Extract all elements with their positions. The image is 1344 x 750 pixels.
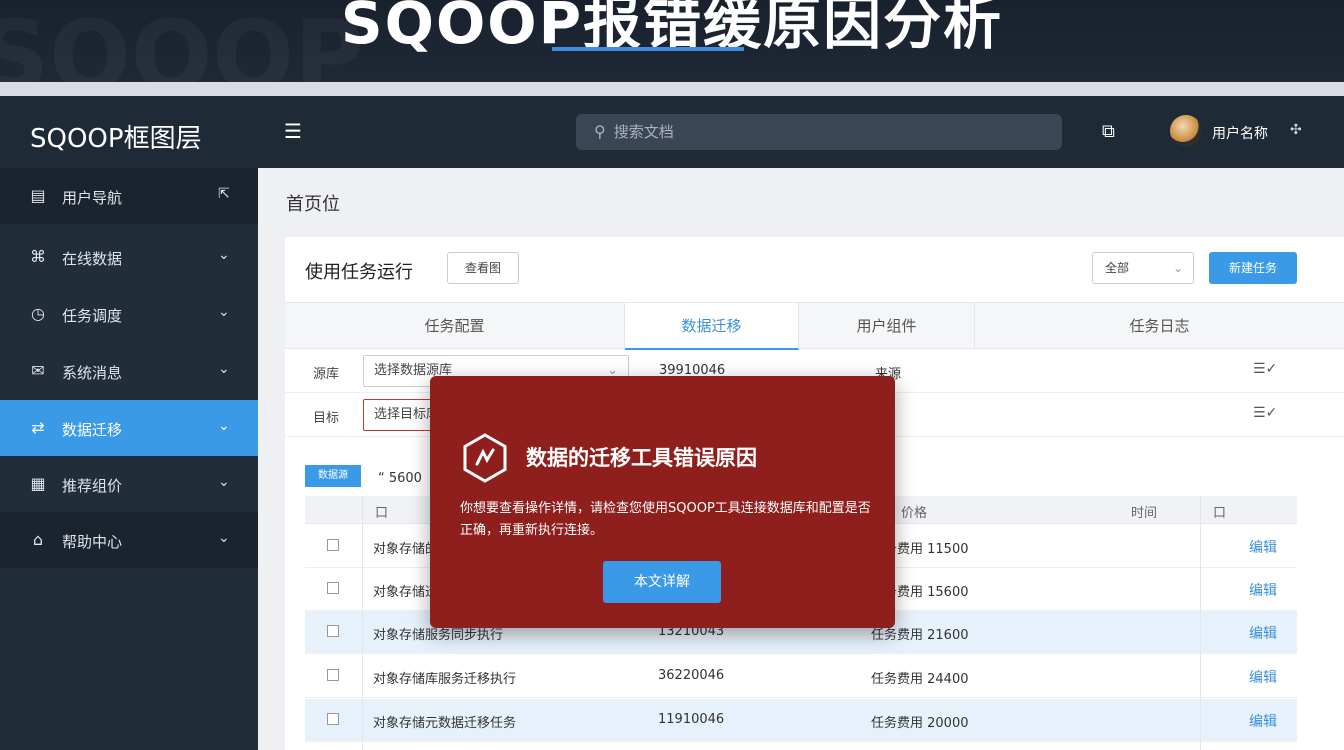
row-checkbox[interactable] [327, 582, 339, 594]
sidebar-item-label: 数据迁移 [62, 421, 123, 439]
sidebar-item-messages[interactable]: ✉ 系统消息 ⌄ [0, 343, 258, 399]
chevron-down-icon: ⌄ [218, 304, 230, 320]
row-checkbox[interactable] [327, 539, 339, 551]
row-name: 对象存储库服务迁移执行 [373, 672, 517, 687]
column-header: 价格 [901, 506, 928, 521]
table-row[interactable]: 对象存储库服务迁移执行 36220046 任务费用 24400 编辑 [305, 655, 1297, 698]
target-label: 目标 [313, 411, 340, 426]
sidebar: ▤ 用户导航 ⇱ ⌘ 在线数据 ⌄ ◷ 任务调度 ⌄ ✉ 系统消息 ⌄ ⇄ 数据… [0, 168, 258, 750]
page-title: 首页位 [286, 194, 340, 215]
row-price: 任务费用 20000 [871, 716, 969, 731]
sidebar-item-label: 任务调度 [62, 307, 123, 325]
tab-components[interactable]: 用户组件 [799, 303, 975, 350]
row-edit-link[interactable]: 编辑 [1249, 537, 1277, 557]
mail-icon: ✉ [31, 361, 45, 380]
grid-icon: ⌘ [30, 247, 46, 266]
error-hexagon-icon [463, 433, 507, 483]
view-chart-button[interactable]: 查看图 [447, 252, 519, 284]
sidebar-item-label: 在线数据 [62, 250, 123, 268]
search-placeholder: 搜索文档 [613, 123, 674, 141]
pin-icon: ⇱ [218, 186, 230, 202]
card-title: 使用任务运行 [305, 262, 413, 283]
tab-migration[interactable]: 数据迁移 [625, 303, 799, 350]
external-edit-icon[interactable]: ⧉ [1102, 122, 1122, 142]
hero-underline [552, 47, 744, 51]
row-checkbox[interactable] [327, 669, 339, 681]
dialog-confirm-button[interactable]: 本文详解 [603, 561, 721, 603]
row-name: 对象存储元数据迁移任务 [373, 716, 517, 731]
clock-icon: ◷ [31, 304, 45, 323]
filter-select[interactable]: 全部 ⌄ [1092, 252, 1194, 284]
chevron-down-icon: ⌄ [218, 474, 230, 490]
table-filter: “ 5600 [378, 471, 422, 486]
chevron-down-icon: ⌄ [1172, 261, 1183, 275]
chevron-down-icon: ⌄ [218, 418, 230, 434]
column-header: 口 [1213, 506, 1227, 521]
app-logo[interactable]: SQOOP框图层 [30, 118, 202, 155]
tab-config[interactable]: 任务配置 [285, 303, 625, 350]
row-menu-icon[interactable]: ☰✓ [1253, 405, 1277, 421]
user-menu-icon[interactable]: ✣ [1290, 122, 1302, 138]
sidebar-item-label: 系统消息 [62, 364, 123, 382]
source-label: 源库 [313, 367, 340, 382]
sidebar-item-scheduling[interactable]: ◷ 任务调度 ⌄ [0, 286, 258, 342]
doc-icon: ▦ [30, 474, 46, 493]
tab-bar: 任务配置 数据迁移 用户组件 任务日志 [285, 302, 1344, 350]
chevron-down-icon: ⌄ [218, 361, 230, 377]
hero-banner: SQOOP SQOOP报错缓原因分析 [0, 0, 1344, 82]
search-icon: ⚲ [594, 122, 606, 141]
dialog-title: 数据的迁移工具错误原因 [526, 446, 757, 470]
dialog-message: 你想要查看操作详情，请检查您使用SQOOP工具连接数据库和配置是否正确，再重新执… [460, 501, 871, 538]
column-divider [1200, 496, 1201, 750]
chevron-down-icon: ⌄ [218, 530, 230, 546]
hero-title: SQOOP报错缓原因分析 [340, 0, 1004, 57]
table-row[interactable]: 对象存储元数据迁移任务 11910046 任务费用 20000 编辑 [305, 699, 1297, 742]
row-id: 11910046 [658, 712, 725, 727]
tab-logs[interactable]: 任务日志 [975, 303, 1344, 350]
row-edit-link[interactable]: 编辑 [1249, 711, 1277, 731]
sidebar-item-label: 推荐组价 [62, 477, 123, 495]
sidebar-item-migration[interactable]: ⇄ 数据迁移 ⌄ [0, 400, 258, 456]
column-divider [362, 496, 363, 750]
sidebar-item-help[interactable]: ⌂ 帮助中心 ⌄ [0, 512, 258, 568]
row-id: 36220046 [658, 668, 725, 683]
row-edit-link[interactable]: 编辑 [1249, 623, 1277, 643]
new-task-button[interactable]: 新建任务 [1209, 252, 1297, 284]
sidebar-item-nav[interactable]: ▤ 用户导航 ⇱ [0, 168, 258, 224]
row-edit-link[interactable]: 编辑 [1249, 667, 1277, 687]
sidebar-item-components[interactable]: ▦ 推荐组价 ⌄ [0, 456, 258, 512]
column-header: 口 [375, 506, 389, 521]
row-price: 任务费用 24400 [871, 672, 969, 687]
username[interactable]: 用户名称 [1212, 123, 1268, 143]
table-badge[interactable]: 数据源 [305, 465, 361, 487]
row-checkbox[interactable] [327, 713, 339, 725]
menu-toggle-icon[interactable]: ☰ [284, 120, 306, 142]
row-menu-icon[interactable]: ☰✓ [1253, 361, 1277, 377]
search-input[interactable]: ⚲ 搜索文档 [576, 114, 1062, 150]
avatar[interactable] [1170, 115, 1202, 147]
sidebar-item-label: 帮助中心 [62, 533, 123, 551]
row-edit-link[interactable]: 编辑 [1249, 580, 1277, 600]
sidebar-item-online-data[interactable]: ⌘ 在线数据 ⌄ [0, 229, 258, 285]
row-checkbox[interactable] [327, 625, 339, 637]
list-icon: ▤ [30, 186, 46, 205]
transfer-icon: ⇄ [31, 418, 45, 437]
chevron-down-icon: ⌄ [218, 247, 230, 263]
sidebar-item-label: 用户导航 [62, 189, 123, 207]
column-header: 时间 [1131, 506, 1158, 521]
filter-select-value: 全部 [1105, 261, 1130, 275]
home-icon: ⌂ [32, 530, 44, 549]
